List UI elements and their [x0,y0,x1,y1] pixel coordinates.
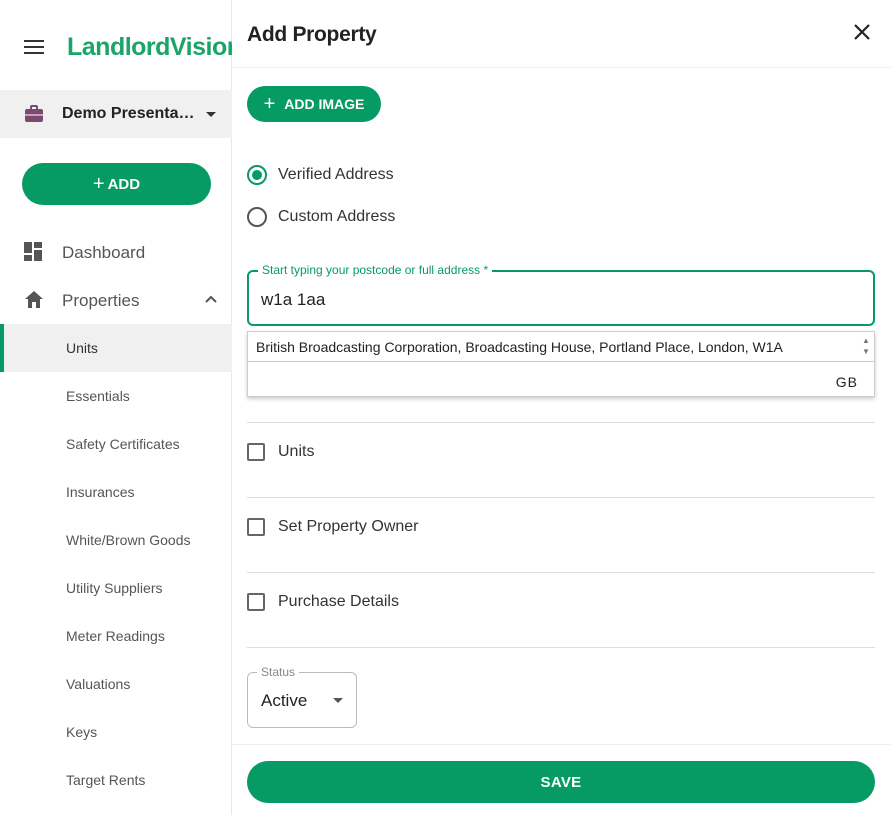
radio-custom-address[interactable]: Custom Address [247,205,395,229]
chevron-up-icon[interactable] [204,292,218,306]
sidebar-item-properties[interactable]: Properties [0,276,232,324]
checkbox[interactable] [247,443,265,461]
divider [247,572,875,573]
sidebar-subitem-valuations[interactable]: Valuations [0,660,232,708]
organisation-name: Demo Presentation [62,105,198,122]
caret-down-icon [206,112,216,117]
close-icon[interactable] [851,21,873,43]
sidebar-subitem-label: Valuations [66,676,131,692]
checkbox[interactable] [247,593,265,611]
divider [247,422,875,423]
address-search-field[interactable]: Start typing your postcode or full addre… [247,263,875,326]
sidebar-subitem-safety-certificates[interactable]: Safety Certificates [0,420,232,468]
add-button[interactable]: + ADD [22,163,211,205]
sidebar-subitem-label: Units [66,340,98,356]
add-property-dialog: Add Property + ADD IMAGE Verified Addres… [232,0,891,815]
status-select[interactable]: Status Active [247,665,357,728]
checkbox-label: Purchase Details [278,593,399,610]
status-value: Active [261,691,308,710]
caret-down-icon [333,698,343,703]
sidebar-subitem-insurances[interactable]: Insurances [0,468,232,516]
address-suggestion-text: British Broadcasting Corporation, Broadc… [256,339,783,355]
address-search-label: Start typing your postcode or full addre… [258,263,493,277]
sidebar-subitem-essentials[interactable]: Essentials [0,372,232,420]
divider [247,497,875,498]
sidebar-item-dashboard[interactable]: Dashboard [0,228,232,276]
sidebar-subitem-label: Utility Suppliers [66,580,163,596]
sidebar-subitem-label: White/Brown Goods [66,532,191,548]
radio-button[interactable] [247,207,267,227]
dialog-title: Add Property [247,23,377,46]
footer-divider [232,744,891,745]
address-suggestion-item[interactable]: British Broadcasting Corporation, Broadc… [248,332,874,362]
home-icon [25,291,43,308]
briefcase-icon [25,105,43,122]
sidebar-subitem-label: Insurances [66,484,135,500]
sidebar-item-label: Properties [62,291,140,310]
sidebar: LandlordVision Demo Presentation + ADD D… [0,0,242,815]
sidebar-subitem-label: Safety Certificates [66,436,180,452]
sidebar-subitem-label: Target Rents [66,772,146,788]
divider [247,647,875,648]
address-search-input[interactable] [261,290,851,310]
checkbox[interactable] [247,518,265,536]
sidebar-subitem-meter-readings[interactable]: Meter Readings [0,612,232,660]
sidebar-subitem-units[interactable]: Units [0,324,232,372]
checkbox-units[interactable]: Units [247,440,314,464]
add-image-button[interactable]: + ADD IMAGE [247,86,381,122]
plus-icon: + [263,92,276,115]
sidebar-subitem-white-brown-goods[interactable]: White/Brown Goods [0,516,232,564]
save-button[interactable]: SAVE [247,761,875,803]
sidebar-item-label: Dashboard [62,243,146,262]
country-code: GB [835,374,858,390]
organisation-selector[interactable]: Demo Presentation [0,90,232,138]
add-image-label: ADD IMAGE [284,96,365,112]
radio-label: Verified Address [278,166,394,183]
address-suggestions: British Broadcasting Corporation, Broadc… [247,331,875,397]
checkbox-label: Units [278,443,315,460]
menu-icon[interactable] [24,40,44,54]
sidebar-subitem-label: Meter Readings [66,628,165,644]
checkbox-purchase-details[interactable]: Purchase Details [247,590,399,614]
sidebar-subitem-utility-suppliers[interactable]: Utility Suppliers [0,564,232,612]
dashboard-icon [24,242,42,261]
scroll-arrows-icon[interactable]: ▲ ▼ [862,335,870,359]
radio-verified-address[interactable]: Verified Address [247,163,394,187]
status-label: Status [257,665,300,679]
sidebar-subitem-label: Keys [66,724,98,740]
checkbox-set-property-owner[interactable]: Set Property Owner [247,515,419,539]
logo: LandlordVision [67,33,242,61]
radio-label: Custom Address [278,208,396,225]
sidebar-subitem-target-rents[interactable]: Target Rents [0,756,232,804]
plus-icon: + [92,172,105,195]
radio-button[interactable] [247,165,267,185]
dialog-header: Add Property [232,0,891,68]
add-button-label: ADD [107,175,141,193]
sidebar-subitem-keys[interactable]: Keys [0,708,232,756]
checkbox-label: Set Property Owner [278,518,419,535]
sidebar-subitem-label: Essentials [66,388,130,404]
sidebar-header: LandlordVision [0,0,242,90]
